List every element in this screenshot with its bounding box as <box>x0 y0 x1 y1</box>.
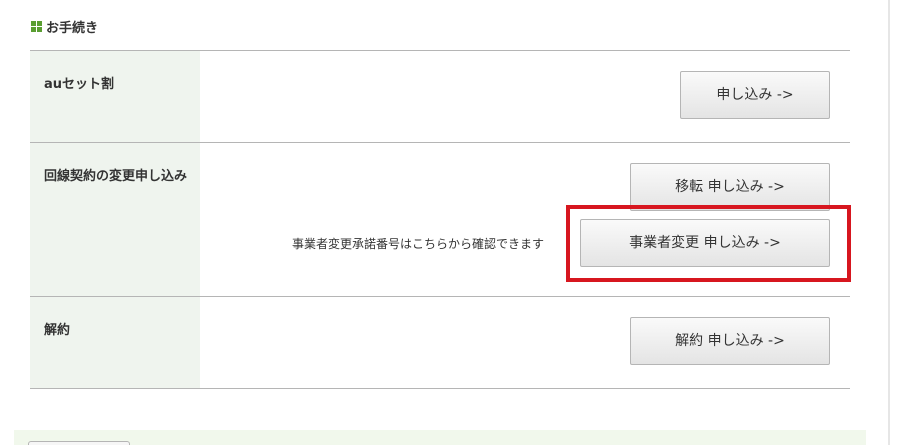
row-label: auセット割 <box>30 51 200 142</box>
section-title: お手続き <box>46 20 99 36</box>
transfer-apply-button[interactable]: 移転 申し込み -> <box>630 163 830 211</box>
row-label: 解約 <box>30 297 200 388</box>
row-body: 解約 申し込み -> <box>200 297 850 388</box>
table-row-au-set-discount: auセット割 申し込み -> <box>30 51 850 143</box>
au-set-discount-apply-button[interactable]: 申し込み -> <box>680 71 830 119</box>
approval-number-note: 事業者変更承諾番号はこちらから確認できます <box>292 237 545 251</box>
right-divider <box>888 0 890 445</box>
page: お手続き auセット割 申し込み -> 回線契約の変更申し込み 移転 申し込み … <box>0 0 900 445</box>
table-row-cancellation: 解約 解約 申し込み -> <box>30 297 850 389</box>
row-body: 申し込み -> <box>200 51 850 142</box>
section-heading: お手続き <box>31 16 98 36</box>
highlight-annotation-box <box>566 205 851 282</box>
cancellation-apply-button[interactable]: 解約 申し込み -> <box>630 317 830 365</box>
bottom-panel <box>14 430 866 445</box>
row-label: 回線契約の変更申し込み <box>30 143 200 296</box>
bottom-panel-button[interactable] <box>28 441 130 445</box>
grid-bullet-icon <box>31 20 42 32</box>
